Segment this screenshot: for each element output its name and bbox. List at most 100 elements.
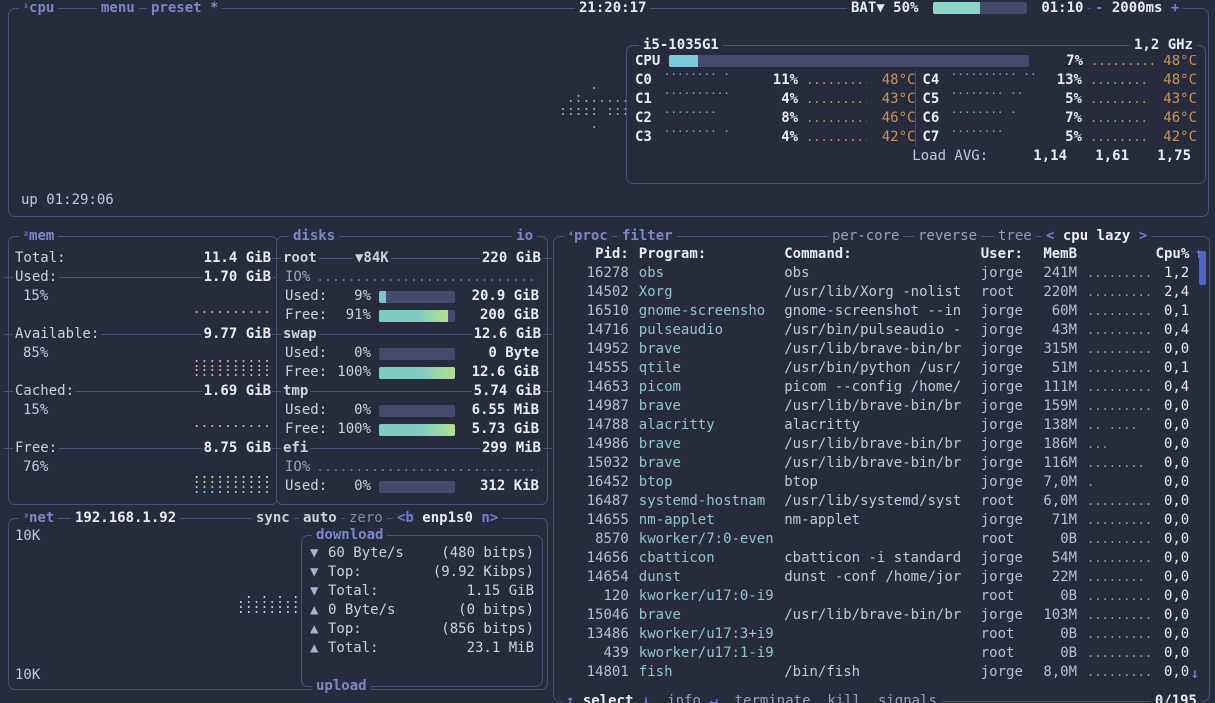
process-mem-graph: .........	[1077, 264, 1152, 283]
process-mem: 116M	[1036, 454, 1077, 473]
disks-panel-title[interactable]: disks	[289, 227, 339, 246]
process-row[interactable]: 14555 qtile /usr/bin/python /usr/ jorge …	[560, 359, 1203, 378]
kill-button[interactable]: kill	[827, 693, 861, 703]
battery-time: 01:10	[1041, 0, 1083, 16]
interface-next-button[interactable]: n>	[481, 510, 498, 526]
process-row[interactable]: 8570 kworker/7:0-even root 0B ......... …	[560, 530, 1203, 549]
mem-used-label: Used:	[13, 269, 59, 285]
col-pid[interactable]: Pid:	[560, 245, 629, 264]
scrollbar-thumb[interactable]	[1199, 251, 1206, 285]
process-row[interactable]: 14654 dunst dunst -conf /home/jor jorge …	[560, 568, 1203, 587]
process-row[interactable]: 14656 cbatticon cbatticon -i standard jo…	[560, 549, 1203, 568]
process-row[interactable]: 14716 pulseaudio /usr/bin/pulseaudio - j…	[560, 321, 1203, 340]
core-usage-graph: ........ . .... ..	[664, 71, 756, 90]
process-row[interactable]: 14986 brave /usr/lib/brave-bin/br jorge …	[560, 435, 1203, 454]
mem-panel-title[interactable]: ²mem	[19, 227, 58, 246]
net-stat-value: (856 bitps)	[441, 620, 534, 639]
btop-screen: ¹cpu menu preset * 21:20:17 BAT▼ 50% 01:…	[0, 0, 1215, 703]
cpu-core-box: i5-1035G1 1,2 GHz CPU 7% ......... 48°C …	[626, 45, 1206, 184]
process-row[interactable]: 14653 picom picom --config /home/ jorge …	[560, 378, 1203, 397]
process-cpu: 2,4	[1152, 283, 1189, 302]
process-mem-graph: .........	[1077, 644, 1152, 663]
process-user: jorge	[981, 663, 1036, 682]
disk-used-pct: 0%	[333, 477, 371, 496]
process-row[interactable]: 15032 brave /usr/lib/brave-bin/br jorge …	[560, 454, 1203, 473]
process-program: kworker/u17:0-i9	[629, 587, 784, 606]
cpu-core-c6: C6 ........ . ....... 7% ......... 46°C	[915, 109, 1197, 128]
process-pid: 16452	[560, 473, 629, 492]
mem-panel: ²mem Total: 11.4 GiB Used: 1.70 GiB 15% …	[8, 236, 278, 505]
interval-increase-button[interactable]: +	[1171, 0, 1179, 16]
process-mem: 22M	[1036, 568, 1077, 587]
col-cpu[interactable]: Cpu%	[1152, 245, 1189, 264]
process-row[interactable]: 16278 obs obs jorge 241M ......... 1,2	[560, 264, 1203, 283]
col-command[interactable]: Command:	[784, 245, 981, 264]
process-row[interactable]: 15046 brave /usr/lib/brave-bin/br jorge …	[560, 606, 1203, 625]
process-command: /usr/lib/brave-bin/br	[784, 435, 981, 454]
process-cpu: 0,0	[1152, 606, 1189, 625]
disk-used-bar	[379, 405, 455, 417]
cpu-panel-title[interactable]: ¹cpu	[19, 0, 58, 18]
tree-toggle[interactable]: tree	[994, 227, 1036, 246]
process-cpu: 0,1	[1152, 359, 1189, 378]
sort-next-button[interactable]: >	[1139, 228, 1147, 244]
row-spacer	[1189, 492, 1203, 511]
filter-button[interactable]: filter	[618, 227, 677, 246]
process-command: picom --config /home/	[784, 378, 981, 397]
scroll-more-indicator[interactable]: ↓	[1191, 665, 1199, 684]
process-row[interactable]: 16452 btop btop jorge 7,0M . ........ 0,…	[560, 473, 1203, 492]
process-mem: 60M	[1036, 302, 1077, 321]
io-mode-button[interactable]: io	[512, 227, 537, 246]
net-sync-button[interactable]: sync	[252, 509, 294, 528]
row-spacer	[1189, 473, 1203, 492]
process-row[interactable]: 14655 nm-applet nm-applet jorge 71M ....…	[560, 511, 1203, 530]
per-core-toggle[interactable]: per-core	[828, 227, 903, 246]
load-average-label: Load AVG:	[912, 147, 988, 166]
cpu-core-c3: C3 ........ . ...... 4% ......... 42°C	[635, 128, 915, 147]
process-row[interactable]: 14788 alacritty alacritty jorge 138M .. …	[560, 416, 1203, 435]
process-row[interactable]: 14801 fish /bin/fish jorge 8,0M ........…	[560, 663, 1203, 682]
disk-free-label: Free:	[285, 420, 333, 439]
process-mem: 7,0M	[1036, 473, 1077, 492]
col-program[interactable]: Program:	[629, 245, 784, 264]
interval-decrease-button[interactable]: -	[1095, 0, 1103, 16]
process-command	[784, 625, 981, 644]
net-panel-title[interactable]: ³net	[19, 509, 58, 528]
process-command: alacritty	[784, 416, 981, 435]
core-usage-pct: 5%	[1041, 90, 1082, 109]
cpu-total-pct: 7%	[1029, 52, 1083, 71]
process-mem: 8,0M	[1036, 663, 1077, 682]
sort-mode: cpu lazy	[1063, 228, 1130, 244]
disk-name: efi	[281, 440, 310, 456]
process-row[interactable]: 14952 brave /usr/lib/brave-bin/br jorge …	[560, 340, 1203, 359]
process-row[interactable]: 14987 brave /usr/lib/brave-bin/br jorge …	[560, 397, 1203, 416]
process-user: jorge	[981, 264, 1036, 283]
terminate-button[interactable]: terminate	[735, 693, 811, 703]
process-row[interactable]: 16510 gnome-screensho gnome-screenshot -…	[560, 302, 1203, 321]
select-up-arrow[interactable]: ↑	[566, 693, 574, 703]
mem-available-value: 9.77 GiB	[202, 325, 273, 344]
select-down-arrow[interactable]: ↓	[642, 693, 650, 703]
process-program: fish	[629, 663, 784, 682]
reverse-toggle[interactable]: reverse	[914, 227, 981, 246]
mem-cached-pct: 15%	[23, 401, 48, 420]
process-row[interactable]: 120 kworker/u17:0-i9 root 0B ......... 0…	[560, 587, 1203, 606]
sort-prev-button[interactable]: <	[1046, 228, 1054, 244]
process-row[interactable]: 14502 Xorg /usr/lib/Xorg -nolist root 22…	[560, 283, 1203, 302]
col-user[interactable]: User:	[981, 245, 1036, 264]
interface-prev-button[interactable]: <b	[397, 510, 414, 526]
process-row[interactable]: 439 kworker/u17:1-i9 root 0B ......... 0…	[560, 644, 1203, 663]
core-usage-pct: 11%	[756, 71, 798, 90]
info-button[interactable]: info	[667, 693, 701, 703]
signals-button[interactable]: signals	[878, 693, 937, 703]
disk-size: 5.74 GiB	[472, 382, 543, 401]
preset-button[interactable]: preset *	[147, 0, 222, 18]
proc-panel-title[interactable]: ⁴proc	[564, 227, 612, 246]
row-spacer	[1189, 283, 1203, 302]
core-temp: 46°C	[1150, 109, 1197, 128]
process-mem-graph: .........	[1077, 606, 1152, 625]
col-mem[interactable]: MemB	[1036, 245, 1077, 264]
menu-button[interactable]: menu	[97, 0, 139, 18]
process-row[interactable]: 13486 kworker/u17:3+i9 root 0B .........…	[560, 625, 1203, 644]
process-row[interactable]: 16487 systemd-hostnam /usr/lib/systemd/s…	[560, 492, 1203, 511]
